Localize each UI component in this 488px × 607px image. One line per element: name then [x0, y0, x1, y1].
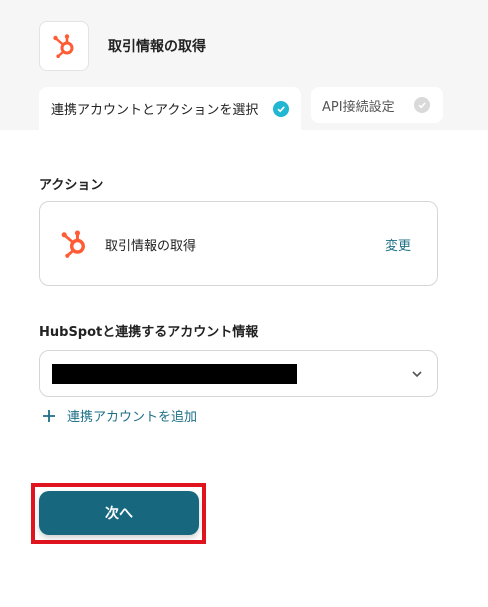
tab-api-settings[interactable]: API接続設定 [311, 87, 443, 123]
check-icon [414, 97, 430, 113]
hubspot-icon [53, 34, 74, 58]
page-title: 取引情報の取得 [108, 39, 206, 55]
tab-account-action[interactable]: 連携アカウントとアクションを選択 [39, 87, 301, 130]
account-select[interactable] [39, 350, 438, 397]
hubspot-icon [61, 230, 85, 258]
action-name: 取引情報の取得 [105, 239, 197, 254]
next-button[interactable]: 次へ [39, 491, 199, 535]
add-account-link[interactable]: 連携アカウントを追加 [41, 406, 197, 425]
account-section-label: HubSpotと連携するアカウント情報 [39, 325, 259, 340]
change-action-link[interactable]: 変更 [385, 235, 411, 254]
tab-label: 連携アカウントとアクションを選択 [51, 103, 259, 118]
chevron-down-icon [412, 371, 422, 378]
tab-label: API接続設定 [322, 99, 395, 115]
action-section-label: アクション [39, 178, 104, 193]
redacted-account-value [52, 364, 297, 384]
plus-icon [43, 409, 55, 422]
check-icon [273, 100, 289, 117]
action-card: 取引情報の取得 変更 [39, 201, 438, 286]
add-account-label: 連携アカウントを追加 [67, 410, 198, 425]
app-icon-box [39, 21, 89, 71]
